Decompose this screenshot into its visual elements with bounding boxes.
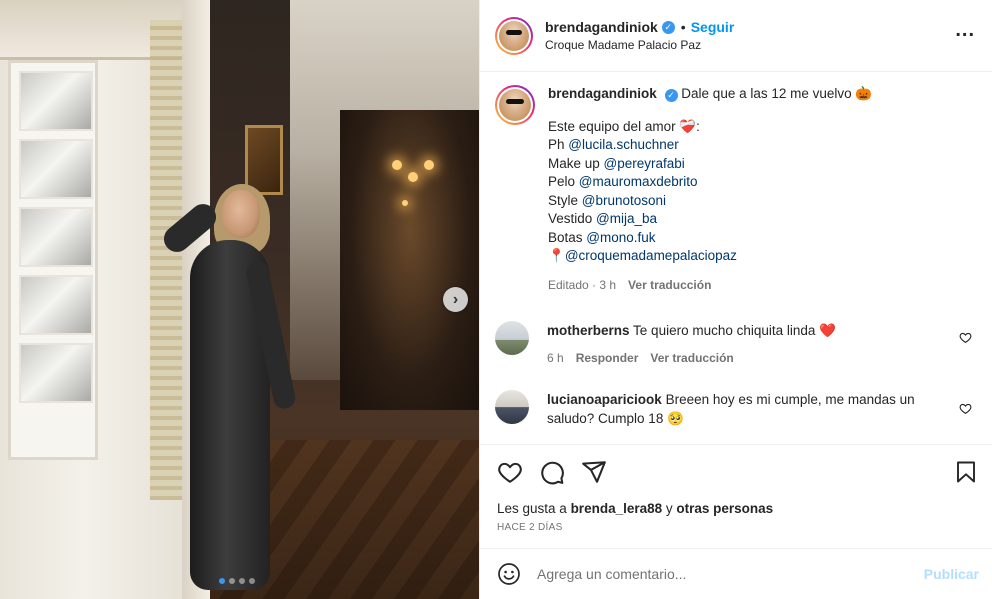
caption-lines: Este equipo del amor ❤️‍🩹: Ph @lucila.sc… [548, 118, 968, 266]
caption-line: Make up @pereyrafabi [548, 155, 685, 171]
action-icons [496, 458, 980, 486]
post-location[interactable]: Croque Madame Palacio Paz [545, 38, 734, 52]
reply-button[interactable]: Responder [576, 349, 639, 368]
door-pane [19, 275, 93, 335]
emoji-icon[interactable] [497, 562, 521, 586]
caption-first-line: Dale que a las 12 me vuelvo 🎃 [681, 86, 873, 101]
caption-line: 📍@croquemadamepalaciopaz [548, 247, 968, 266]
caption-line: Style @brunotosoni [548, 192, 667, 208]
mention-link[interactable]: @lucila.schuchner [568, 137, 679, 152]
caption-line: Este equipo del amor ❤️‍🩹: [548, 118, 700, 134]
door-pane [19, 343, 93, 403]
photo-door [8, 60, 98, 460]
caption-line: Pelo @mauromaxdebrito [548, 174, 698, 189]
more-options-icon[interactable]: ... [955, 20, 975, 40]
post-side-panel: brendagandiniok ✓ • Seguir Croque Madame… [479, 0, 992, 599]
lamp-light [402, 200, 408, 206]
pin-icon: 📍 [548, 248, 565, 263]
translate-link[interactable]: Ver traducción [650, 349, 733, 368]
person-head [222, 190, 260, 238]
commenter-avatar[interactable] [495, 321, 529, 355]
lamp-light [392, 160, 402, 170]
photo-gilded-column [150, 20, 186, 500]
post-header: brendagandiniok ✓ • Seguir Croque Madame… [480, 0, 992, 72]
photo-painting [245, 125, 283, 195]
next-photo-button[interactable]: › [443, 287, 468, 312]
carousel-dot [219, 578, 225, 584]
heart-icon [498, 462, 522, 483]
door-pane [19, 139, 93, 199]
comments-section[interactable]: brendagandiniok ✓ Dale que a las 12 me v… [480, 73, 992, 443]
post-date[interactable]: HACE 2 DÍAS [497, 522, 563, 533]
photo-wall-left [0, 0, 210, 599]
mention-link[interactable]: @brunotosoni [582, 193, 666, 208]
others-likes-link[interactable]: otras personas [676, 501, 773, 516]
carousel-dot [229, 578, 235, 584]
comment-meta: 6 h Responder Ver traducción [547, 349, 937, 368]
caption-meta: Editado · 3 h Ver traducción [548, 276, 968, 295]
avatar-image [499, 20, 529, 51]
like-comment-icon[interactable] [959, 331, 972, 344]
edited-time: Editado · 3 h [548, 277, 617, 292]
likes-summary: Les gusta a brenda_lera88 y otras person… [497, 501, 774, 516]
share-button[interactable] [580, 458, 608, 486]
commenter-username[interactable]: motherberns [547, 323, 630, 338]
mention-link[interactable]: @pereyrafabi [604, 156, 685, 171]
caption-line: Vestido @mija_ba [548, 211, 658, 226]
comment-time: 6 h [547, 351, 564, 365]
carousel-dot [249, 578, 255, 584]
publish-button[interactable]: Publicar [924, 566, 979, 582]
mention-link[interactable]: @mono.fuk [586, 230, 655, 245]
author-avatar[interactable] [495, 16, 533, 55]
comment-input[interactable] [537, 566, 907, 582]
comment-item: lucianoapariciook Breeen hoy es mi cumpl… [495, 390, 975, 428]
verified-badge-icon: ✓ [661, 20, 675, 34]
comment-text: Te quiero mucho chiquita linda ❤️ [633, 323, 836, 338]
comment-button[interactable] [538, 458, 566, 486]
add-comment-bar: Publicar [480, 548, 992, 599]
bookmark-icon [957, 461, 975, 483]
carousel-indicator [219, 578, 255, 584]
translate-link[interactable]: Ver traducción [628, 276, 711, 295]
caption-username[interactable]: brendagandiniok [548, 86, 657, 101]
caption-line: Botas @mono.fuk [548, 229, 656, 245]
caption-line: Ph @lucila.schuchner [548, 137, 679, 152]
caption-author-avatar[interactable] [495, 85, 535, 125]
separator-dot: • [680, 19, 686, 35]
door-pane [19, 207, 93, 267]
verified-badge-icon: ✓ [664, 88, 678, 102]
instagram-post: › brendagandiniok ✓ • Seguir Croque Mada… [0, 0, 992, 599]
comment-bubble-icon [541, 461, 564, 485]
chevron-right-icon: › [452, 290, 459, 308]
lamp-light [408, 172, 418, 182]
mention-link[interactable]: @croquemadamepalaciopaz [565, 248, 737, 263]
comment-item: motherberns Te quiero mucho chiquita lin… [495, 321, 975, 368]
like-comment-icon[interactable] [959, 402, 972, 415]
liker-username[interactable]: brenda_lera88 [571, 501, 663, 516]
mention-link[interactable]: @mauromaxdebrito [579, 174, 698, 189]
avatar-image [499, 89, 531, 121]
lamp-light [424, 160, 434, 170]
carousel-dot [239, 578, 245, 584]
photo-doorway [340, 110, 479, 410]
post-actions: Les gusta a brenda_lera88 y otras person… [480, 444, 992, 547]
post-caption: brendagandiniok ✓ Dale que a las 12 me v… [495, 85, 975, 294]
author-username[interactable]: brendagandiniok [545, 19, 658, 35]
follow-button[interactable]: Seguir [691, 19, 735, 35]
save-button[interactable] [952, 458, 980, 486]
commenter-username[interactable]: lucianoapariciook [547, 392, 662, 407]
paper-plane-icon [582, 461, 606, 483]
like-button[interactable] [496, 458, 524, 486]
door-pane [19, 71, 93, 131]
mention-link[interactable]: @mija_ba [596, 211, 657, 226]
commenter-avatar[interactable] [495, 390, 529, 424]
post-photo[interactable]: › [0, 0, 479, 599]
